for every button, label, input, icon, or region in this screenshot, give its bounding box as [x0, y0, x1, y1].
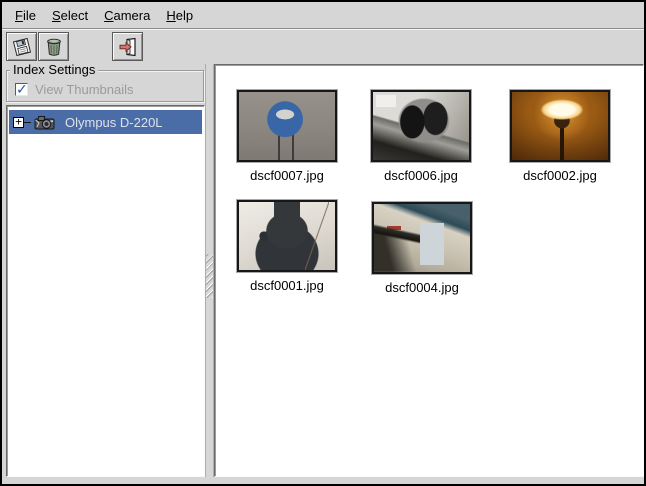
thumbnail-panel: dscf0007.jpg dscf0006.jpg dscf0002.jpg d… [214, 64, 644, 477]
camera-icon [33, 114, 57, 131]
trash-icon [43, 36, 65, 58]
thumbnail-dscf0006[interactable] [371, 90, 471, 162]
frame-title: Index Settings [10, 63, 98, 77]
tree-connector [24, 122, 31, 123]
photo-cell: dscf0006.jpg [371, 90, 471, 183]
menu-select[interactable]: Select [44, 4, 96, 27]
thumbnail-filename: dscf0004.jpg [354, 280, 490, 295]
floppy-disk-icon [11, 36, 33, 58]
menu-help[interactable]: Help [158, 4, 201, 27]
thumbnail-dscf0002[interactable] [510, 90, 610, 162]
thumbnail-filename: dscf0002.jpg [492, 168, 628, 183]
photo-cell: dscf0002.jpg [510, 90, 610, 183]
save-button[interactable] [6, 32, 37, 61]
thumbnail-filename: dscf0007.jpg [219, 168, 355, 183]
exit-door-icon [117, 36, 139, 58]
thumbnail-filename: dscf0001.jpg [219, 278, 355, 293]
index-settings-frame: Index Settings ✓ View Thumbnails [6, 70, 204, 102]
thumbnail-dscf0007[interactable] [237, 90, 337, 162]
splitter-grip-icon[interactable] [206, 254, 213, 298]
menu-camera[interactable]: Camera [96, 4, 158, 27]
tree-item-label: Olympus D-220L [65, 115, 163, 130]
thumbnail-dscf0001[interactable] [237, 200, 337, 272]
menu-bar: File Select Camera Help [2, 2, 644, 28]
check-icon: ✓ [16, 83, 28, 96]
photo-cell: dscf0004.jpg [372, 202, 472, 295]
view-thumbnails-label: View Thumbnails [35, 82, 134, 97]
photo-cell: dscf0001.jpg [237, 200, 337, 293]
app-window: File Select Camera Help [0, 0, 646, 486]
photo-cell: dscf0007.jpg [237, 90, 337, 183]
delete-button[interactable] [38, 32, 69, 61]
toolbar [6, 32, 144, 61]
thumbnail-filename: dscf0006.jpg [353, 168, 489, 183]
camera-tree[interactable]: + Olympus D-220L [6, 105, 205, 477]
expander-plus-icon[interactable]: + [13, 117, 24, 128]
view-thumbnails-option[interactable]: ✓ View Thumbnails [15, 82, 134, 97]
pane-splitter[interactable] [205, 64, 214, 477]
menu-file[interactable]: File [7, 4, 44, 27]
tree-item-olympus[interactable]: + Olympus D-220L [9, 110, 202, 134]
exit-button[interactable] [112, 32, 143, 61]
thumbnail-dscf0004[interactable] [372, 202, 472, 274]
view-thumbnails-checkbox[interactable]: ✓ [15, 83, 28, 96]
